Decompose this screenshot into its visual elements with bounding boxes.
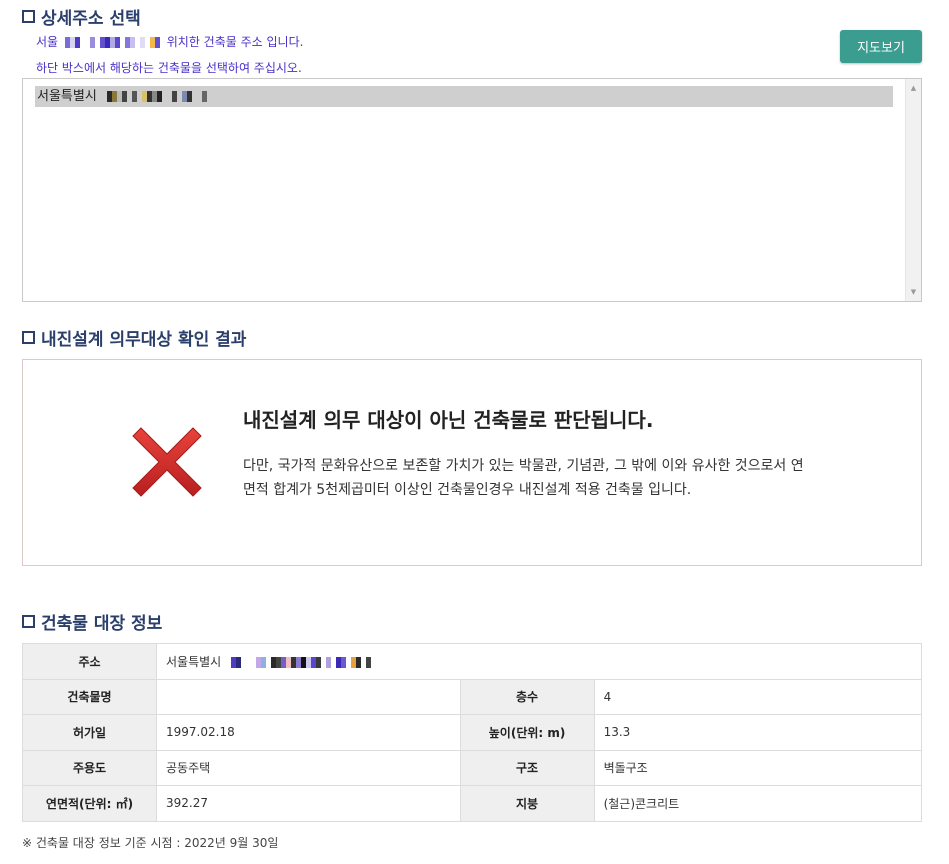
building-name-label: 건축물명 <box>22 678 157 715</box>
main-use-value: 공동주택 <box>156 749 461 786</box>
height-value: 13.3 <box>593 714 923 751</box>
result-title-text: 내진설계 의무대상 확인 결과 <box>41 330 247 350</box>
map-view-button[interactable]: 지도보기 <box>840 30 922 63</box>
roof-value: (철근)콘크리트 <box>593 785 923 822</box>
guide-line-1: 서울 위치한 건축물 주소 입니다. <box>36 33 303 50</box>
permit-date-label: 허가일 <box>22 714 157 751</box>
redacted-address <box>106 91 207 102</box>
ledger-footnote: ※ 건축물 대장 정보 기준 시점 : 2022년 9월 30일 <box>22 836 279 850</box>
section-square-icon <box>22 10 35 23</box>
structure-value: 벽돌구조 <box>593 749 923 786</box>
result-description: 다만, 국가적 문화유산으로 보존할 가치가 있는 박물관, 기념관, 그 밖에… <box>243 458 804 498</box>
guide-suffix: 위치한 건축물 주소 입니다. <box>166 35 304 49</box>
result-headline: 내진설계 의무 대상이 아닌 건축물로 판단됩니다. <box>243 408 654 432</box>
table-row: 주소 서울특별시 <box>22 643 922 680</box>
redacted-address <box>231 656 372 668</box>
listbox-scrollbar[interactable]: ▲ ▼ <box>905 79 921 301</box>
permit-date-value: 1997.02.18 <box>156 714 461 751</box>
main-use-label: 주용도 <box>22 749 157 786</box>
red-x-icon <box>132 427 202 497</box>
detail-title-text: 상세주소 선택 <box>41 9 141 29</box>
height-label: 높이(단위: m) <box>459 714 595 751</box>
building-name-value <box>156 678 461 715</box>
list-item[interactable]: 서울특별시 <box>35 86 893 107</box>
redacted-address <box>64 37 160 48</box>
scroll-up-arrow-icon[interactable]: ▲ <box>906 81 921 95</box>
result-box: 내진설계 의무 대상이 아닌 건축물로 판단됩니다. 다만, 국가적 문화유산으… <box>22 359 922 566</box>
section-title-ledger: 건축물 대장 정보 <box>22 609 162 634</box>
floor-area-value: 392.27 <box>156 785 461 822</box>
ledger-title-text: 건축물 대장 정보 <box>41 614 163 634</box>
address-label: 주소 <box>22 643 157 680</box>
address-value: 서울특별시 <box>156 643 922 680</box>
scroll-down-arrow-icon[interactable]: ▼ <box>906 285 921 299</box>
floor-area-label: 연면적(단위: ㎡) <box>22 785 157 822</box>
table-row: 주용도 공동주택 구조 벽돌구조 <box>22 749 923 786</box>
table-row: 건축물명 층수 4 <box>22 678 923 715</box>
section-square-icon <box>22 331 35 344</box>
floors-label: 층수 <box>459 678 595 715</box>
roof-label: 지붕 <box>459 785 595 822</box>
list-item-prefix: 서울특별시 <box>37 89 97 104</box>
section-square-icon <box>22 615 35 628</box>
guide-line-2: 하단 박스에서 해당하는 건축물을 선택하여 주십시오. <box>36 61 302 75</box>
guide-prefix: 서울 <box>36 35 59 49</box>
structure-label: 구조 <box>459 749 595 786</box>
building-ledger-table: 주소 서울특별시 건축물명 층수 4 허가일 1997.02.18 높이(단위:… <box>22 643 923 822</box>
section-title-result: 내진설계 의무대상 확인 결과 <box>22 325 246 350</box>
building-address-listbox[interactable]: 서울특별시 ▲ ▼ <box>22 78 922 302</box>
table-row: 허가일 1997.02.18 높이(단위: m) 13.3 <box>22 714 923 751</box>
table-row: 연면적(단위: ㎡) 392.27 지붕 (철근)콘크리트 <box>22 785 923 822</box>
address-prefix: 서울특별시 <box>166 654 222 669</box>
section-title-detail-address: 상세주소 선택 <box>22 4 141 29</box>
floors-value: 4 <box>593 678 923 715</box>
